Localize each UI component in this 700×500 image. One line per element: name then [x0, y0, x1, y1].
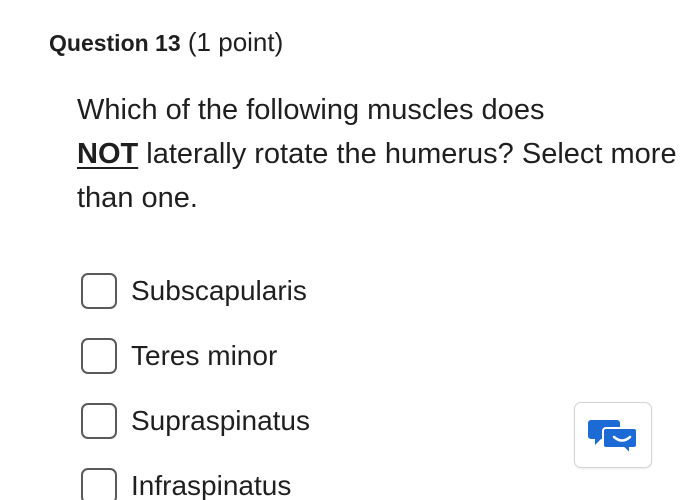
chat-bubbles-icon — [588, 420, 638, 456]
option-label: Subscapularis — [131, 274, 307, 306]
checkbox[interactable] — [81, 272, 117, 309]
question-text-before: Which of the following muscles does — [77, 94, 545, 126]
option-label: Supraspinatus — [131, 404, 311, 436]
checkbox[interactable] — [81, 337, 117, 374]
option-supraspinatus[interactable]: Supraspinatus — [81, 388, 310, 453]
option-label: Infraspinatus — [131, 469, 292, 500]
question-text: Which of the following muscles does NOT l… — [77, 88, 677, 220]
checkbox[interactable] — [81, 402, 117, 439]
checkbox[interactable] — [81, 467, 117, 500]
option-label: Teres minor — [131, 339, 278, 371]
option-subscapularis[interactable]: Subscapularis — [81, 258, 310, 323]
chat-widget-button[interactable] — [574, 402, 652, 468]
answer-options: Subscapularis Teres minor Supraspinatus … — [81, 258, 310, 500]
option-teres-minor[interactable]: Teres minor — [81, 323, 310, 388]
question-header: Question 13 (1 point) — [49, 26, 283, 59]
question-text-after: laterally rotate the humerus? Select mor… — [77, 138, 677, 214]
option-infraspinatus[interactable]: Infraspinatus — [81, 453, 310, 500]
question-emphasis: NOT — [77, 138, 139, 170]
question-number: Question 13 — [49, 30, 181, 56]
question-points: (1 point) — [187, 27, 284, 57]
